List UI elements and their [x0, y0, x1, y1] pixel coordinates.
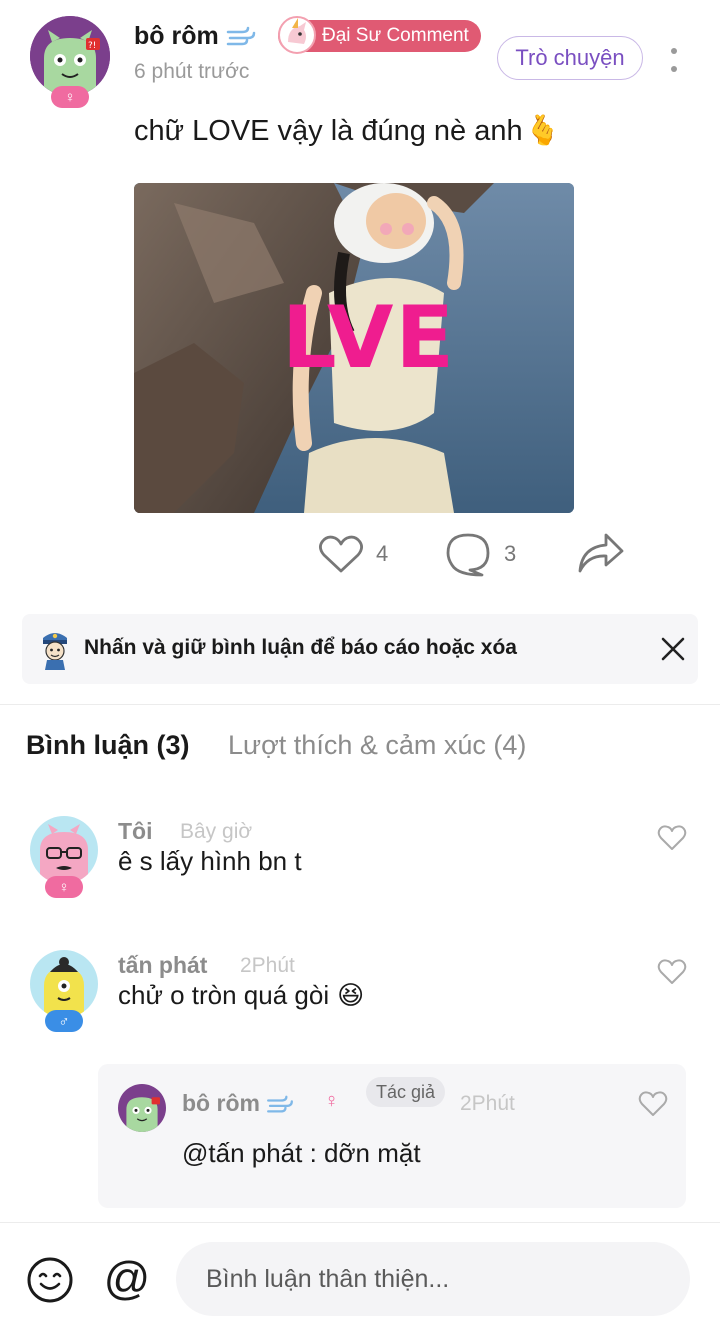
- nerd-monster-avatar-icon: [30, 816, 98, 884]
- author-avatar[interactable]: ?!: [30, 16, 110, 96]
- post-text: chữ LOVE vậy là đúng nè anh 🫰: [134, 114, 561, 148]
- love-overlay: LVE: [134, 183, 574, 513]
- emoji-picker-icon[interactable]: [26, 1256, 74, 1304]
- comment-text-content: ê s lấy hình bn t: [118, 846, 302, 876]
- dash-emoji-icon: [226, 27, 255, 46]
- comment-text: chử o tròn quá gòi 😆: [118, 980, 364, 1011]
- comment-time: Bây giờ: [180, 820, 253, 843]
- share-button[interactable]: [576, 531, 626, 575]
- female-badge: ♀: [45, 876, 83, 898]
- tip-banner: Nhấn và giữ bình luận để báo cáo hoặc xó…: [22, 614, 698, 684]
- reply-item[interactable]: bô rôm ♀ Tác giả 2Phút @tấn phát : dỡn m…: [98, 1064, 686, 1208]
- reply-author-name-text: bô rôm: [182, 1090, 260, 1116]
- more-options-icon[interactable]: [662, 44, 686, 76]
- tab-reactions[interactable]: Lượt thích & cảm xúc (4): [228, 730, 526, 761]
- yellow-monster-avatar-icon: [30, 950, 98, 1018]
- post-text-content: chữ LOVE vậy là đúng nè anh: [134, 114, 523, 147]
- laughing-emoji-icon: 😆: [337, 980, 365, 1010]
- chat-button[interactable]: Trò chuyện: [497, 36, 643, 80]
- heart-icon: [319, 535, 363, 573]
- share-arrow-icon: [578, 533, 624, 573]
- post-actions: 4 3: [0, 525, 720, 581]
- commenter-avatar[interactable]: [30, 816, 98, 884]
- svg-text:?!: ?!: [88, 41, 96, 51]
- title-badge-text: Đại Sư Comment: [322, 25, 469, 46]
- comment-like-heart-icon[interactable]: [657, 824, 687, 852]
- comment-count: 3: [504, 541, 517, 566]
- commenter-name[interactable]: Tôi: [118, 818, 153, 845]
- reply-time: 2Phút: [460, 1092, 515, 1115]
- female-icon: ♀: [324, 1090, 339, 1112]
- reply-text-content: @tấn phát : dỡn mặt: [182, 1138, 421, 1168]
- female-icon: ♀: [64, 88, 76, 106]
- title-badge[interactable]: Đại Sư Comment: [278, 16, 481, 54]
- comment-button[interactable]: 3: [444, 531, 516, 577]
- comment-text-content: chử o tròn quá gòi: [118, 980, 330, 1010]
- post-header: ?! ♀ bô rôm 6 phút trước Đại Sư Comment …: [0, 0, 720, 108]
- unicorn-badge-icon: [278, 16, 316, 54]
- dash-emoji-icon: [267, 1095, 294, 1113]
- section-divider: [0, 704, 720, 705]
- commenter-name[interactable]: tấn phát: [118, 952, 207, 979]
- comment-like-heart-icon[interactable]: [657, 958, 687, 986]
- author-tag: Tác giả: [366, 1077, 446, 1107]
- female-icon: ♀: [58, 878, 70, 896]
- love-text: LVE: [281, 288, 457, 388]
- monster-avatar-icon: [118, 1084, 166, 1132]
- like-button[interactable]: 4: [318, 533, 388, 575]
- reply-author-name[interactable]: bô rôm: [182, 1090, 294, 1117]
- composer-divider: [0, 1222, 720, 1223]
- comment-text: ê s lấy hình bn t: [118, 846, 302, 877]
- tab-comments[interactable]: Bình luận (3): [26, 730, 190, 761]
- post-photo[interactable]: LVE: [134, 183, 574, 513]
- reply-author-avatar[interactable]: [118, 1084, 166, 1132]
- post-time: 6 phút trước: [134, 60, 250, 83]
- male-icon: ♂: [58, 1012, 70, 1030]
- reply-text: @tấn phát : dỡn mặt: [182, 1138, 421, 1169]
- police-mascot-icon: [43, 633, 67, 670]
- comment-time: 2Phút: [240, 954, 295, 977]
- mention-button[interactable]: @: [102, 1250, 152, 1306]
- male-badge: ♂: [45, 1010, 83, 1032]
- commenter-avatar[interactable]: [30, 950, 98, 1018]
- finger-heart-emoji-icon: 🫰: [524, 115, 561, 147]
- comment-bubble-icon: [446, 533, 490, 577]
- monster-avatar-icon: ?!: [30, 16, 110, 96]
- author-name[interactable]: bô rôm: [134, 22, 256, 51]
- close-icon[interactable]: [658, 634, 688, 664]
- author-name-text: bô rôm: [134, 22, 219, 50]
- comment-input[interactable]: [176, 1242, 690, 1316]
- female-badge: ♀: [51, 86, 89, 108]
- reply-like-heart-icon[interactable]: [638, 1090, 668, 1118]
- like-count: 4: [376, 541, 389, 566]
- tip-text: Nhấn và giữ bình luận để báo cáo hoặc xó…: [84, 636, 517, 659]
